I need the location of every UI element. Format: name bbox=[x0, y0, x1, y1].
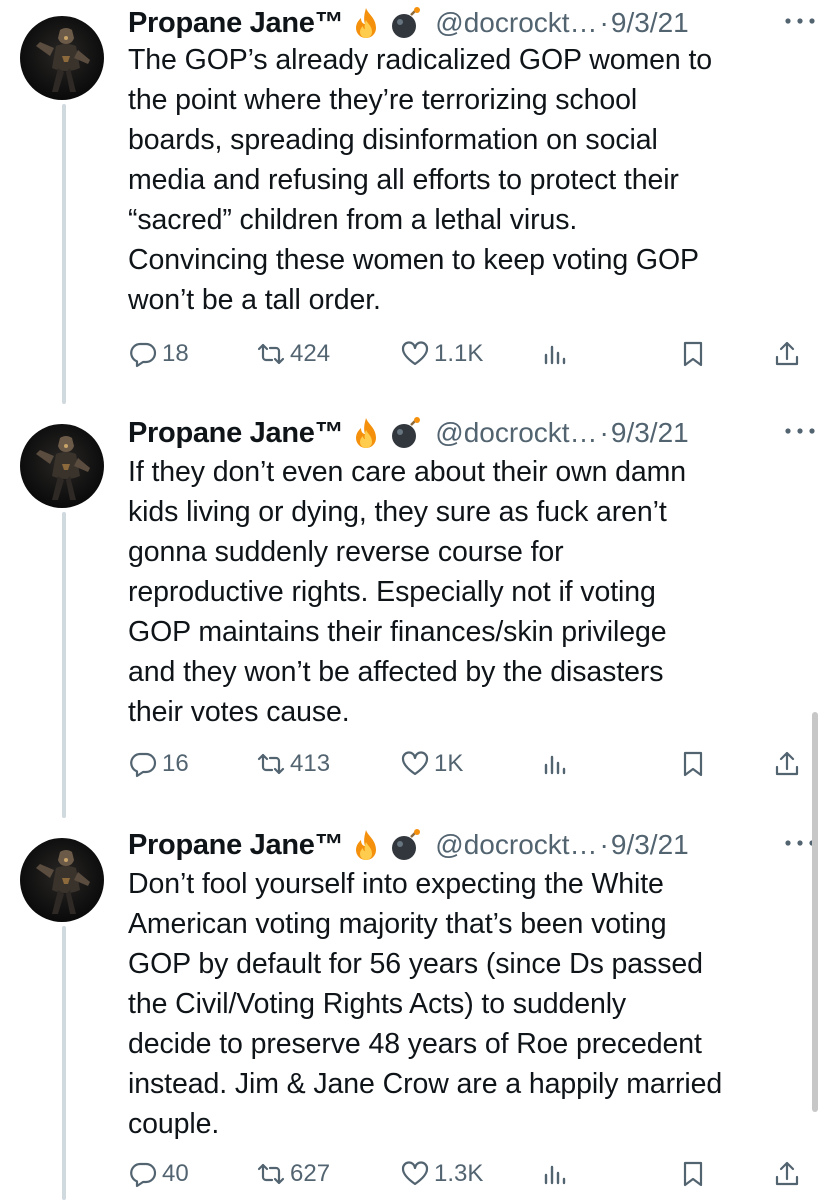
like-count: 1.3K bbox=[434, 1160, 484, 1187]
avatar[interactable] bbox=[20, 424, 104, 508]
avatar[interactable] bbox=[20, 838, 104, 922]
reply-button[interactable]: 16 bbox=[128, 744, 189, 784]
action-bar: 16 413 1K bbox=[128, 744, 818, 784]
views-button[interactable] bbox=[540, 334, 574, 374]
heart-icon bbox=[401, 751, 429, 776]
bookmark-button[interactable] bbox=[678, 744, 712, 784]
retweet-button[interactable]: 627 bbox=[256, 1154, 330, 1194]
like-button[interactable]: 1.1K bbox=[400, 334, 483, 374]
like-count: 1.1K bbox=[434, 340, 484, 367]
share-button[interactable] bbox=[772, 334, 806, 374]
share-icon bbox=[775, 341, 799, 366]
share-button[interactable] bbox=[772, 1154, 806, 1194]
heart-icon bbox=[401, 341, 429, 366]
reply-count: 40 bbox=[162, 1160, 189, 1187]
separator: · bbox=[599, 417, 609, 448]
tweet-text: If they don’t even care about their own … bbox=[128, 456, 687, 728]
author-handle[interactable]: @docrockt… bbox=[435, 417, 597, 449]
tweet[interactable]: Propane Jane™ @docrockt… · 9/3/21 If the… bbox=[0, 412, 824, 816]
tweet[interactable]: Propane Jane™ @docrockt… · 9/3/21 The GO… bbox=[0, 0, 824, 404]
fire-icon bbox=[349, 6, 383, 40]
retweet-count: 424 bbox=[290, 340, 331, 367]
tweet-header: Propane Jane™ @docrockt… · 9/3/21 bbox=[128, 826, 808, 864]
tweet-date[interactable]: 9/3/21 bbox=[611, 417, 689, 449]
separator: · bbox=[599, 7, 609, 38]
action-bar: 40 627 1.3K bbox=[128, 1154, 818, 1194]
heart-icon bbox=[401, 1161, 429, 1186]
share-icon bbox=[775, 1161, 799, 1186]
fire-icon bbox=[349, 416, 383, 450]
like-button[interactable]: 1K bbox=[400, 744, 463, 784]
action-bar: 18 424 1.1K bbox=[128, 334, 818, 374]
tweet-header: Propane Jane™ @docrockt… · 9/3/21 bbox=[128, 414, 808, 452]
like-button[interactable]: 1.3K bbox=[400, 1154, 483, 1194]
views-icon bbox=[544, 1165, 566, 1185]
bookmark-icon bbox=[683, 751, 703, 777]
retweet-icon bbox=[257, 753, 285, 775]
retweet-button[interactable]: 424 bbox=[256, 334, 330, 374]
separator: · bbox=[599, 829, 609, 860]
retweet-icon bbox=[257, 343, 285, 365]
bookmark-button[interactable] bbox=[678, 1154, 712, 1194]
tweet-text: The GOP’s already radicalized GOP women … bbox=[128, 44, 713, 316]
reply-button[interactable]: 18 bbox=[128, 334, 189, 374]
more-icon[interactable] bbox=[782, 14, 818, 28]
reply-icon bbox=[130, 1162, 157, 1188]
tweet-text: Don’t fool yourself into expecting the W… bbox=[128, 868, 723, 1140]
views-button[interactable] bbox=[540, 1154, 574, 1194]
like-count: 1K bbox=[434, 750, 464, 777]
retweet-count: 627 bbox=[290, 1160, 331, 1187]
share-button[interactable] bbox=[772, 744, 806, 784]
tweet-header: Propane Jane™ @docrockt… · 9/3/21 bbox=[128, 4, 808, 42]
reply-button[interactable]: 40 bbox=[128, 1154, 189, 1194]
retweet-button[interactable]: 413 bbox=[256, 744, 330, 784]
bomb-icon bbox=[389, 828, 423, 862]
fire-icon bbox=[349, 828, 383, 862]
reply-icon bbox=[130, 342, 157, 368]
scrollbar[interactable] bbox=[812, 712, 818, 1112]
author-handle[interactable]: @docrockt… bbox=[435, 829, 597, 861]
retweet-count: 413 bbox=[290, 750, 331, 777]
reply-count: 16 bbox=[162, 750, 189, 777]
author-handle[interactable]: @docrockt… bbox=[435, 7, 597, 39]
views-icon bbox=[544, 755, 566, 775]
avatar[interactable] bbox=[20, 16, 104, 100]
more-icon[interactable] bbox=[782, 424, 818, 438]
reply-count: 18 bbox=[162, 340, 189, 367]
bomb-icon bbox=[389, 6, 423, 40]
tweet[interactable]: Propane Jane™ @docrockt… · 9/3/21 Don’t … bbox=[0, 826, 824, 1200]
views-button[interactable] bbox=[540, 744, 574, 784]
author-name[interactable]: Propane Jane™ bbox=[128, 417, 344, 450]
views-icon bbox=[544, 345, 566, 365]
retweet-icon bbox=[257, 1163, 285, 1185]
bomb-icon bbox=[389, 416, 423, 450]
tweet-date[interactable]: 9/3/21 bbox=[611, 7, 689, 39]
bookmark-icon bbox=[683, 1161, 703, 1187]
author-name[interactable]: Propane Jane™ bbox=[128, 829, 344, 862]
bookmark-icon bbox=[683, 341, 703, 367]
reply-icon bbox=[130, 752, 157, 778]
author-name[interactable]: Propane Jane™ bbox=[128, 7, 344, 40]
share-icon bbox=[775, 751, 799, 776]
bookmark-button[interactable] bbox=[678, 334, 712, 374]
tweet-date[interactable]: 9/3/21 bbox=[611, 829, 689, 861]
